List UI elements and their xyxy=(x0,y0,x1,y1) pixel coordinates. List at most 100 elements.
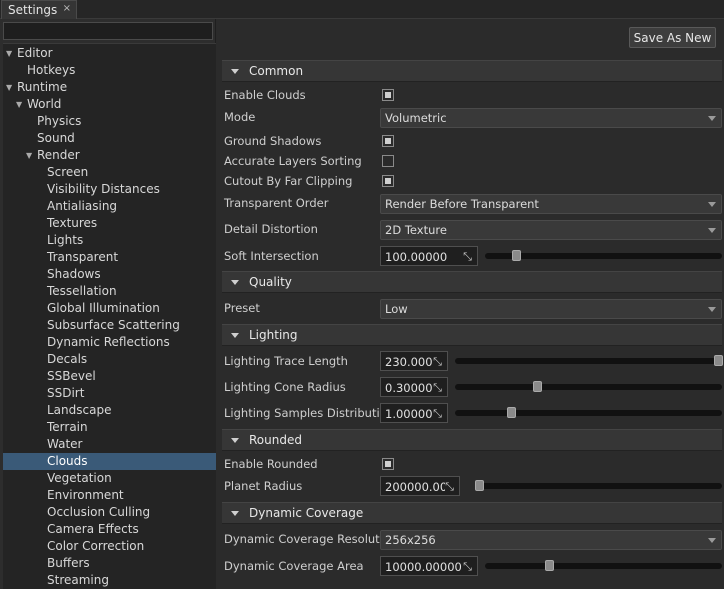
dynamic-coverage-area-input[interactable]: 10000.00000 ⤡ xyxy=(380,556,478,576)
lighting-cone-radius-slider[interactable] xyxy=(455,381,722,392)
tree-item-physics[interactable]: Physics xyxy=(3,113,216,130)
tab-settings[interactable]: Settings × xyxy=(1,0,77,19)
lighting-samples-distribution-slider[interactable] xyxy=(455,407,722,418)
planet-radius-slider[interactable] xyxy=(475,480,722,491)
cutout-by-far-clipping-checkbox[interactable] xyxy=(382,175,394,187)
detail-distortion-select[interactable]: 2D Texture xyxy=(380,220,722,240)
tree-item-tessellation[interactable]: Tessellation xyxy=(3,283,216,300)
save-as-new-button[interactable]: Save As New xyxy=(629,27,716,48)
field-label: Accurate Layers Sorting xyxy=(224,154,362,168)
mode-row: Mode Volumetric xyxy=(222,107,722,129)
tree-item-label: Vegetation xyxy=(47,471,112,485)
tree-item-world[interactable]: ▼ World xyxy=(3,96,216,113)
enable-rounded-checkbox[interactable] xyxy=(382,458,394,470)
triangle-down-icon[interactable]: ▼ xyxy=(6,79,12,96)
tree-item-hotkeys[interactable]: Hotkeys xyxy=(3,62,216,79)
tree-item-occlusion-culling[interactable]: Occlusion Culling xyxy=(3,504,216,521)
tree-item-terrain[interactable]: Terrain xyxy=(3,419,216,436)
triangle-down-icon[interactable]: ▼ xyxy=(6,45,12,62)
tree-item-textures[interactable]: Textures xyxy=(3,215,216,232)
tree-item-shadows[interactable]: Shadows xyxy=(3,266,216,283)
resize-diagonal-icon[interactable]: ⤡ xyxy=(431,355,444,368)
section-common[interactable]: Common xyxy=(222,60,722,82)
section-lighting[interactable]: Lighting xyxy=(222,324,722,346)
tree-item-render[interactable]: ▼ Render xyxy=(3,147,216,164)
soft-intersection-input[interactable]: 100.00000 ⤡ xyxy=(380,246,478,266)
tree-item-label: Antialiasing xyxy=(47,199,118,213)
planet-radius-input[interactable]: 200000.000 ⤡ xyxy=(380,476,460,496)
tree-item-label: Tessellation xyxy=(47,284,117,298)
slider-handle[interactable] xyxy=(544,560,554,571)
mode-select[interactable]: Volumetric xyxy=(380,108,722,128)
lighting-samples-distribution-input[interactable]: 1.00000 ⤡ xyxy=(380,403,448,423)
enable-clouds-row: Enable Clouds xyxy=(222,85,722,107)
tree-item-antialiasing[interactable]: Antialiasing xyxy=(3,198,216,215)
tree-item-label: Occlusion Culling xyxy=(47,505,151,519)
numeric-value: 230.0000 xyxy=(385,355,433,369)
tree-item-editor[interactable]: ▼ Editor xyxy=(3,45,216,62)
tree-item-label: Color Correction xyxy=(47,539,145,553)
tree-item-ssbevel[interactable]: SSBevel xyxy=(3,368,216,385)
resize-diagonal-icon[interactable]: ⤡ xyxy=(461,560,474,573)
tree-item-label: Screen xyxy=(47,165,89,179)
slider-handle[interactable] xyxy=(714,355,723,366)
resize-diagonal-icon[interactable]: ⤡ xyxy=(431,407,444,420)
section-title: Rounded xyxy=(249,433,302,447)
close-icon[interactable]: × xyxy=(63,3,71,14)
accurate-layers-sorting-checkbox[interactable] xyxy=(382,155,394,167)
tree-item-visibility-distances[interactable]: Visibility Distances xyxy=(3,181,216,198)
tree-item-environment[interactable]: Environment xyxy=(3,487,216,504)
resize-diagonal-icon[interactable]: ⤡ xyxy=(461,250,474,263)
enable-clouds-checkbox[interactable] xyxy=(382,89,394,101)
tree-item-global-illumination[interactable]: Global Illumination xyxy=(3,300,216,317)
tree-item-vegetation[interactable]: Vegetation xyxy=(3,470,216,487)
tree-item-water[interactable]: Water xyxy=(3,436,216,453)
tree-item-label: Shadows xyxy=(47,267,101,281)
tree-item-label: Runtime xyxy=(17,80,68,94)
triangle-down-icon[interactable]: ▼ xyxy=(16,96,22,113)
tree-search-input[interactable] xyxy=(3,22,213,40)
slider-handle[interactable] xyxy=(475,480,484,491)
tree-item-screen[interactable]: Screen xyxy=(3,164,216,181)
lighting-trace-length-slider[interactable] xyxy=(455,355,723,366)
lighting-trace-length-input[interactable]: 230.0000 ⤡ xyxy=(380,351,448,371)
tree-item-ssdirt[interactable]: SSDirt xyxy=(3,385,216,402)
slider-handle[interactable] xyxy=(506,407,516,418)
tree-item-subsurface-scattering[interactable]: Subsurface Scattering xyxy=(3,317,216,334)
field-label: Enable Rounded xyxy=(224,457,318,471)
slider-handle[interactable] xyxy=(532,381,542,392)
tree-item-runtime[interactable]: ▼ Runtime xyxy=(3,79,216,96)
select-value: Volumetric xyxy=(385,111,447,125)
tree-item-landscape[interactable]: Landscape xyxy=(3,402,216,419)
field-label: Lighting Cone Radius xyxy=(224,380,346,394)
lighting-cone-radius-input[interactable]: 0.30000 ⤡ xyxy=(380,377,448,397)
planet-radius-row: Planet Radius 200000.000 ⤡ xyxy=(222,476,722,498)
preset-select[interactable]: Low xyxy=(380,299,722,319)
field-label: Lighting Trace Length xyxy=(224,354,348,368)
tree-item-camera-effects[interactable]: Camera Effects xyxy=(3,521,216,538)
slider-handle[interactable] xyxy=(512,250,522,261)
tree-item-color-correction[interactable]: Color Correction xyxy=(3,538,216,555)
section-rounded[interactable]: Rounded xyxy=(222,429,722,451)
section-dynamic-coverage[interactable]: Dynamic Coverage xyxy=(222,502,722,524)
tree-item-clouds[interactable]: Clouds xyxy=(3,453,216,470)
chevron-down-icon xyxy=(708,538,716,543)
tree-item-lights[interactable]: Lights xyxy=(3,232,216,249)
tree-item-label: Sound xyxy=(37,131,75,145)
tree-item-transparent[interactable]: Transparent xyxy=(3,249,216,266)
section-quality[interactable]: Quality xyxy=(222,271,722,293)
dynamic-coverage-area-slider[interactable] xyxy=(485,560,722,571)
tree-item-streaming[interactable]: Streaming xyxy=(3,572,216,589)
soft-intersection-slider[interactable] xyxy=(485,250,722,261)
tree-item-buffers[interactable]: Buffers xyxy=(3,555,216,572)
triangle-down-icon[interactable]: ▼ xyxy=(26,147,32,164)
resize-diagonal-icon[interactable]: ⤡ xyxy=(431,381,444,394)
dynamic-coverage-resolution-select[interactable]: 256x256 xyxy=(380,530,722,550)
tree-item-decals[interactable]: Decals xyxy=(3,351,216,368)
transparent-order-select[interactable]: Render Before Transparent xyxy=(380,194,722,214)
resize-diagonal-icon[interactable]: ⤡ xyxy=(443,480,456,493)
field-label: Dynamic Coverage Resolution xyxy=(224,532,398,546)
tree-item-sound[interactable]: Sound xyxy=(3,130,216,147)
ground-shadows-checkbox[interactable] xyxy=(382,135,394,147)
tree-item-dynamic-reflections[interactable]: Dynamic Reflections xyxy=(3,334,216,351)
